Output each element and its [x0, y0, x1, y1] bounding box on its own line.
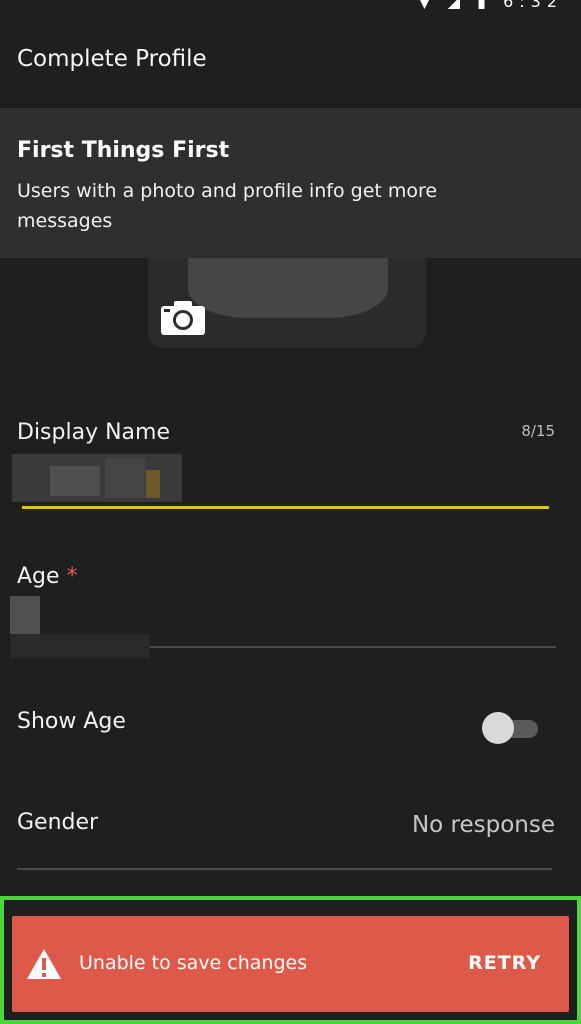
display-name-underline: [22, 506, 549, 509]
banner-heading: First Things First: [17, 138, 230, 163]
display-name-label: Display Name: [17, 420, 170, 445]
banner-subtext: Users with a photo and profile info get …: [17, 180, 438, 232]
warning-icon: [26, 948, 62, 980]
profile-photo-placeholder: [188, 258, 388, 318]
redacted-value-block: [105, 458, 145, 498]
age-input[interactable]: [10, 596, 556, 658]
status-bar: ▼ ◢ ▮ 6:32: [0, 0, 581, 11]
camera-icon[interactable]: [160, 300, 206, 336]
display-name-counter: 8/15: [521, 422, 555, 440]
show-age-label: Show Age: [17, 709, 126, 734]
redacted-value: [10, 596, 40, 634]
toggle-thumb: [482, 712, 514, 744]
show-age-toggle[interactable]: [482, 712, 538, 744]
error-snackbar: Unable to save changes RETRY: [12, 916, 569, 1012]
info-banner: First Things First Users with a photo an…: [0, 108, 581, 258]
redacted-value-block: [50, 466, 100, 496]
age-label-text: Age: [17, 564, 60, 589]
redacted-value-block: [146, 470, 160, 498]
required-marker: *: [66, 564, 78, 589]
gender-select[interactable]: No response: [412, 812, 555, 838]
page-title: Complete Profile: [17, 46, 207, 72]
status-time: 6:32: [503, 0, 563, 11]
top-app-bar: Complete Profile: [0, 0, 581, 108]
snackbar-message: Unable to save changes: [79, 952, 308, 974]
gender-label: Gender: [17, 810, 99, 835]
retry-button[interactable]: RETRY: [468, 952, 541, 974]
age-underline: [150, 646, 556, 648]
display-name-input[interactable]: [10, 450, 555, 512]
status-icons: ▼ ◢ ▮ 6:32: [418, 0, 563, 11]
age-label: Age *: [17, 564, 78, 589]
gender-divider: [17, 868, 552, 870]
redacted-value-block: [10, 634, 150, 658]
